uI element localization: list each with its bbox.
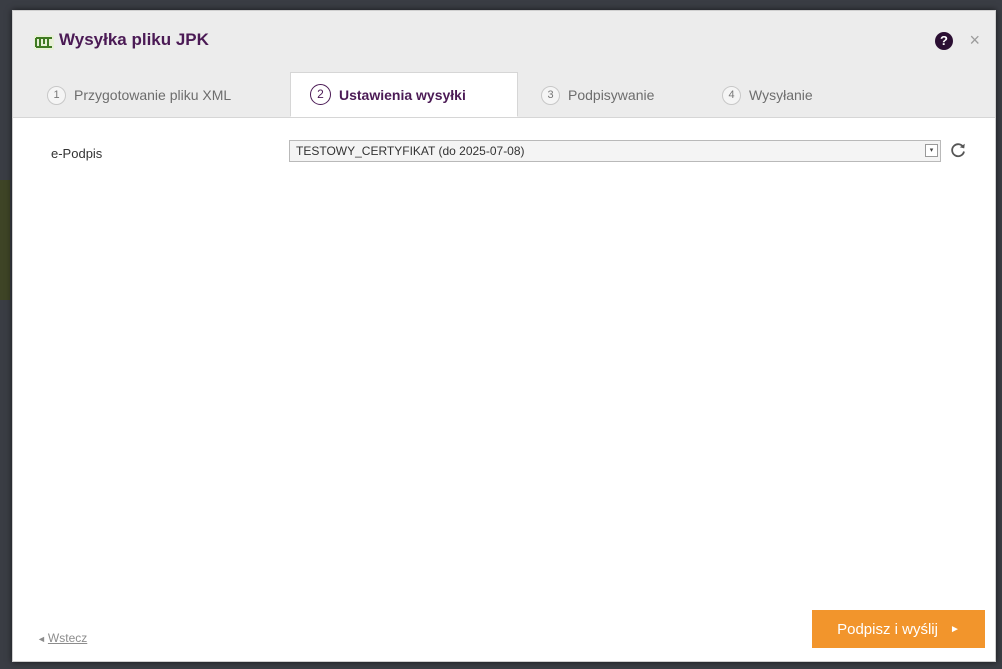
tab-label: Ustawienia wysyłki [339,86,466,103]
sign-and-send-button[interactable]: Podpisz i wyślij ► [812,610,985,648]
tab-label: Podpisywanie [568,87,655,103]
back-link-label: Wstecz [47,631,88,645]
page-backdrop [0,180,10,300]
refresh-icon[interactable] [949,141,967,159]
jpk-logo-icon [34,35,54,50]
tab-step-2[interactable]: 2 Ustawienia wysyłki [290,72,518,117]
signature-label: e-Podpis [51,146,103,161]
close-icon[interactable]: × [969,30,980,50]
dialog-titlebar: Wysyłka pliku JPK ? × [13,11,995,74]
tab-step-3[interactable]: 3 Podpisywanie [541,73,654,117]
step-number: 1 [47,85,66,105]
tab-step-1[interactable]: 1 Przygotowanie pliku XML [47,73,231,117]
jpk-send-dialog: Wysyłka pliku JPK ? × 1 Przygotowanie pl… [12,10,996,662]
step-number: 3 [541,85,560,105]
tab-label: Przygotowanie pliku XML [74,87,232,103]
tab-label: Wysyłanie [749,87,813,103]
signature-select-value: TESTOWY_CERTYFIKAT (do 2025-07-08) [296,144,525,158]
step-number: 2 [310,84,331,105]
sign-and-send-label: Podpisz i wyślij [837,620,938,638]
arrow-right-icon: ► [949,623,960,635]
arrow-left-icon: ◄ [37,634,46,644]
tab-step-4[interactable]: 4 Wysyłanie [722,73,813,117]
signature-select[interactable]: TESTOWY_CERTYFIKAT (do 2025-07-08) ▾ [289,140,941,162]
dialog-title: Wysyłka pliku JPK [59,30,209,49]
step-number: 4 [722,85,741,105]
chevron-down-icon[interactable]: ▾ [925,144,938,157]
back-link[interactable]: ◄ Wstecz [37,631,87,645]
dialog-content: e-Podpis TESTOWY_CERTYFIKAT (do 2025-07-… [13,118,995,608]
wizard-steps: 1 Przygotowanie pliku XML 2 Ustawienia w… [13,72,995,118]
help-icon[interactable]: ? [935,32,953,50]
